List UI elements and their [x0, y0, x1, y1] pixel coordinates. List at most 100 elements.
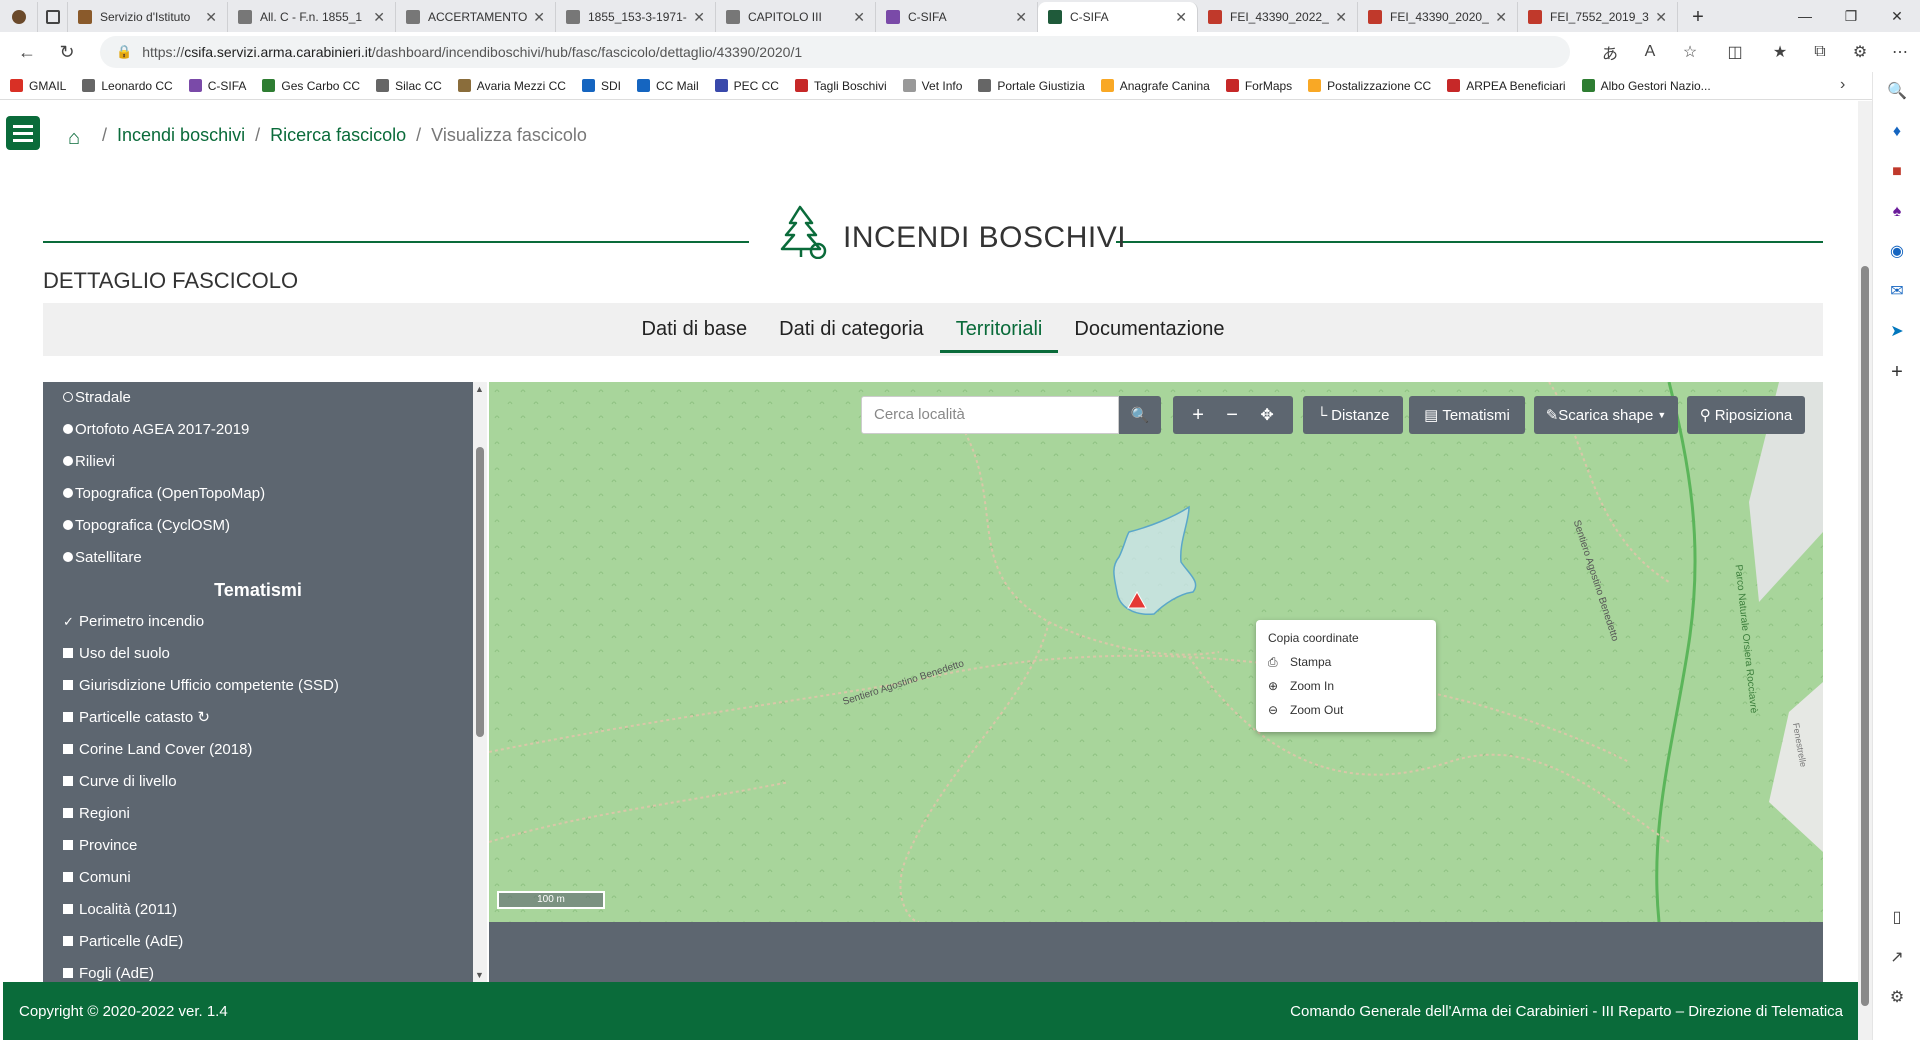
close-tab-icon[interactable]: ✕ [1495, 9, 1507, 26]
sidebar-toggle-icon[interactable]: ▯ [1873, 898, 1920, 938]
search-icon[interactable]: 🔍 [1873, 72, 1920, 112]
bookmark-item[interactable]: ForMaps [1225, 79, 1292, 93]
new-tab-button[interactable]: + [1678, 2, 1718, 32]
page-scrollbar-thumb[interactable] [1861, 266, 1869, 1006]
extensions-icon[interactable]: ⚙ [1840, 42, 1880, 62]
url-field[interactable]: 🔒 https://csifa.servizi.arma.carabinieri… [100, 36, 1570, 68]
close-tab-icon[interactable]: ✕ [373, 9, 385, 26]
base-layer-radio[interactable]: Satellitare [43, 542, 473, 574]
split-screen-icon[interactable]: ◫ [1710, 42, 1760, 62]
favorite-star-icon[interactable]: ☆ [1670, 42, 1710, 62]
detail-tab[interactable]: Documentazione [1058, 303, 1240, 356]
tematismo-checkbox[interactable]: Curve di livello [43, 766, 473, 798]
map-view[interactable]: Sentiero Agostino Benedetto Sentiero Ago… [489, 382, 1823, 922]
map-search-button[interactable]: 🔍 [1119, 396, 1161, 434]
bookmarks-overflow-icon[interactable]: › [1840, 76, 1845, 94]
favorites-icon[interactable]: ★ [1760, 42, 1800, 62]
bookmark-item[interactable]: Vet Info [902, 79, 962, 93]
home-icon[interactable]: ⌂ [68, 127, 88, 149]
tematismi-button[interactable]: ▤ Tematismi [1409, 396, 1525, 434]
open-external-icon[interactable]: ↗ [1873, 938, 1920, 978]
drop-icon[interactable]: ➤ [1873, 312, 1920, 352]
restore-icon[interactable]: ❐ [1828, 0, 1874, 32]
tematismo-checkbox[interactable]: Uso del suolo [43, 638, 473, 670]
bookmark-item[interactable]: Avaria Mezzi CC [457, 79, 566, 93]
tematismo-checkbox[interactable]: Corine Land Cover (2018) [43, 734, 473, 766]
tematismo-checkbox[interactable]: Particelle catasto ↻ [43, 702, 473, 734]
browser-tab[interactable]: ACCERTAMENTO D ✕ [396, 2, 556, 32]
map-search-input[interactable]: Cerca località [861, 396, 1119, 434]
bookmark-item[interactable]: PEC CC [714, 79, 779, 93]
add-sidebar-app-icon[interactable]: + [1873, 352, 1920, 392]
bookmark-item[interactable]: Portale Giustizia [978, 79, 1085, 93]
breadcrumb-incendi-boschivi[interactable]: Incendi boschivi [117, 125, 245, 146]
scroll-up-icon[interactable]: ▲ [475, 384, 484, 394]
layers-scrollbar[interactable]: ▲ ▼ [473, 382, 487, 982]
map-canvas[interactable]: Sentiero Agostino Benedetto Sentiero Ago… [489, 382, 1823, 922]
close-tab-icon[interactable]: ✕ [693, 9, 705, 26]
bookmark-item[interactable]: CC Mail [636, 79, 699, 93]
close-tab-icon[interactable]: ✕ [1655, 9, 1667, 26]
games-icon[interactable]: ♠ [1873, 192, 1920, 232]
layers-scrollbar-thumb[interactable] [476, 447, 484, 737]
settings-icon[interactable]: ⚙ [1873, 978, 1920, 1018]
page-scrollbar[interactable] [1858, 101, 1872, 1040]
browser-tab[interactable]: FEI_43390_2020_1 ✕ [1358, 2, 1518, 32]
pan-icon[interactable]: ✥ [1260, 405, 1273, 425]
collections-icon[interactable]: ⧉ [1800, 43, 1840, 61]
translate-icon[interactable]: あ [1590, 40, 1630, 64]
browser-tab[interactable]: C-SIFA ✕ [1038, 2, 1198, 32]
tematismo-checkbox[interactable]: Fogli (AdE) [43, 958, 473, 982]
base-layer-radio[interactable]: Topografica (CyclOSM) [43, 510, 473, 542]
close-window-icon[interactable]: ✕ [1874, 0, 1920, 32]
more-menu-icon[interactable]: ⋯ [1880, 42, 1920, 62]
tematismo-checkbox[interactable]: Province [43, 830, 473, 862]
breadcrumb-ricerca-fascicolo[interactable]: Ricerca fascicolo [270, 125, 406, 146]
bookmark-item[interactable]: C-SIFA [188, 79, 246, 93]
bookmark-item[interactable]: Leonardo CC [82, 79, 173, 93]
context-copy-coordinates[interactable]: Copia coordinate [1268, 626, 1424, 650]
context-zoom-out[interactable]: ⊖ Zoom Out [1268, 698, 1424, 722]
bookmark-item[interactable]: ARPEA Beneficiari [1447, 79, 1566, 93]
lock-icon[interactable]: 🔒 [116, 44, 132, 60]
close-tab-icon[interactable]: ✕ [1175, 9, 1187, 26]
riposiziona-button[interactable]: ⚲ Riposiziona [1687, 396, 1805, 434]
read-aloud-icon[interactable]: A [1630, 43, 1670, 61]
bookmark-item[interactable]: Albo Gestori Nazio... [1581, 79, 1711, 93]
base-layer-radio[interactable]: Stradale [43, 382, 473, 414]
zoom-out-icon[interactable]: − [1226, 404, 1238, 427]
close-tab-icon[interactable]: ✕ [533, 9, 545, 26]
bookmark-item[interactable]: Anagrafe Canina [1100, 79, 1210, 93]
base-layer-radio[interactable]: Rilievi [43, 446, 473, 478]
browser-tab[interactable]: Servizio d'Istituto ✕ [68, 2, 228, 32]
outlook-icon[interactable]: ✉ [1873, 272, 1920, 312]
context-zoom-in[interactable]: ⊕ Zoom In [1268, 674, 1424, 698]
tab-actions-icon[interactable] [38, 2, 68, 32]
zoom-in-icon[interactable]: + [1192, 404, 1204, 427]
distanze-button[interactable]: └ Distanze [1303, 396, 1403, 434]
hamburger-menu-button[interactable] [6, 116, 40, 150]
detail-tab[interactable]: Dati di base [626, 303, 764, 356]
scroll-down-icon[interactable]: ▼ [475, 970, 484, 980]
tematismo-checkbox[interactable]: Comuni [43, 862, 473, 894]
profile-icon[interactable] [0, 2, 38, 32]
refresh-icon[interactable]: ↻ [197, 709, 210, 726]
bookmark-item[interactable]: SDI [581, 79, 621, 93]
bookmark-item[interactable]: Silac CC [376, 79, 442, 93]
tematismo-checkbox[interactable]: Giurisdizione Ufficio competente (SSD) [43, 670, 473, 702]
tools-icon[interactable]: ■ [1873, 152, 1920, 192]
browser-tab[interactable]: FEI_43390_2022_4 ✕ [1198, 2, 1358, 32]
back-icon[interactable]: ← [10, 35, 44, 69]
tematismo-checkbox[interactable]: Regioni [43, 798, 473, 830]
close-tab-icon[interactable]: ✕ [205, 9, 217, 26]
close-tab-icon[interactable]: ✕ [853, 9, 865, 26]
browser-tab[interactable]: 1855_153-3-1971- ✕ [556, 2, 716, 32]
close-tab-icon[interactable]: ✕ [1015, 9, 1027, 26]
context-print[interactable]: ⎙ Stampa [1268, 650, 1424, 674]
office-icon[interactable]: ◉ [1873, 232, 1920, 272]
close-tab-icon[interactable]: ✕ [1335, 9, 1347, 26]
tematismo-checkbox[interactable]: ✓ Perimetro incendio [43, 606, 473, 638]
browser-tab[interactable]: FEI_7552_2019_3.p ✕ [1518, 2, 1678, 32]
base-layer-radio[interactable]: Topografica (OpenTopoMap) [43, 478, 473, 510]
browser-tab[interactable]: C-SIFA ✕ [876, 2, 1038, 32]
